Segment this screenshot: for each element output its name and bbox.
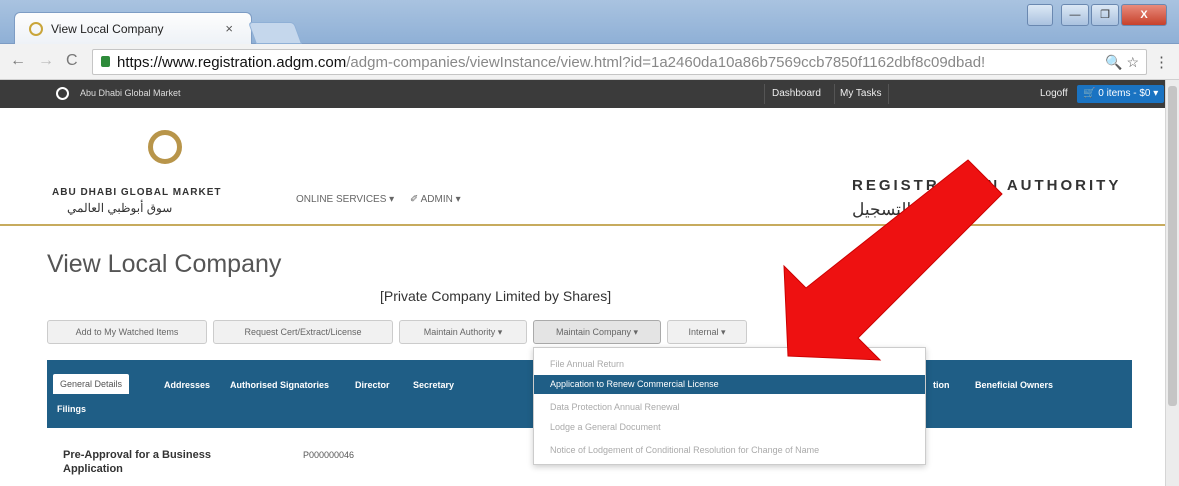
add-to-watched-button[interactable]: Add to My Watched Items	[47, 320, 207, 344]
detail-value: P000000046	[303, 450, 355, 460]
back-icon[interactable]: ←	[10, 52, 26, 70]
menu-item-lodge-general-document[interactable]: Lodge a General Document	[534, 418, 925, 437]
adgm-logo-icon[interactable]	[148, 130, 182, 164]
adgm-favicon-icon	[29, 22, 43, 36]
cart-button[interactable]: 🛒 0 items - $0 ▾	[1077, 85, 1165, 103]
menu-item-file-annual-return[interactable]: File Annual Return	[534, 355, 925, 374]
maintain-company-dropdown: File Annual Return Application to Renew …	[533, 347, 926, 465]
url-path: /adgm-companies/viewInstance/view.html?i…	[346, 54, 986, 71]
brand-name-ar: سوق أبوظبي العالمي	[67, 201, 173, 215]
forward-icon[interactable]: →	[38, 52, 54, 70]
tab-authorised-signatories[interactable]: Authorised Signatories	[230, 380, 329, 390]
tab-beneficial-owners[interactable]: Beneficial Owners	[975, 380, 1053, 390]
maximize-button[interactable]: ❐	[1091, 4, 1119, 26]
adgm-ring-icon	[56, 87, 69, 100]
brand-name-en: ABU DHABI GLOBAL MARKET	[52, 187, 222, 198]
tab-director[interactable]: Director	[355, 380, 390, 390]
page-title: View Local Company	[47, 250, 282, 278]
url-host: https://www.registration.adgm.com	[117, 54, 347, 71]
divider	[888, 84, 889, 104]
dashboard-link[interactable]: Dashboard	[772, 88, 821, 99]
tab-addresses[interactable]: Addresses	[164, 380, 210, 390]
online-services-menu[interactable]: ONLINE SERVICES ▾	[296, 194, 394, 205]
window-controls: — ❐ X	[1027, 4, 1167, 26]
new-tab-button[interactable]	[247, 22, 303, 44]
internal-button[interactable]: Internal ▾	[667, 320, 747, 344]
reload-icon[interactable]: C	[66, 52, 78, 70]
my-tasks-link[interactable]: My Tasks	[840, 88, 882, 99]
zoom-star-icons[interactable]: 🔍 ☆	[1105, 54, 1139, 71]
close-window-button[interactable]: X	[1121, 4, 1167, 26]
browser-menu-icon[interactable]: ⋮	[1154, 53, 1169, 71]
browser-tab-bar: View Local Company × — ❐ X	[0, 0, 1179, 44]
tab-title: View Local Company	[51, 22, 164, 36]
maintain-company-button[interactable]: Maintain Company ▾	[533, 320, 661, 344]
address-bar: ← → C https://www.registration.adgm.com/…	[0, 44, 1179, 80]
divider	[834, 84, 835, 104]
admin-menu[interactable]: ✐ ADMIN ▾	[410, 194, 461, 205]
tab-partial[interactable]: tion	[933, 380, 950, 390]
site-top-bar: Abu Dhabi Global Market Dashboard My Tas…	[0, 80, 1165, 108]
page-scrollbar[interactable]	[1165, 80, 1179, 486]
url-field[interactable]: https://www.registration.adgm.com/adgm-c…	[92, 49, 1147, 75]
scrollbar-thumb[interactable]	[1168, 86, 1177, 406]
tab-close-icon[interactable]: ×	[225, 21, 233, 36]
registration-authority-en: REGISTRATION AUTHORITY	[852, 177, 1122, 194]
browser-tab[interactable]: View Local Company ×	[14, 12, 252, 44]
minimize-button[interactable]: —	[1061, 4, 1089, 26]
logoff-link[interactable]: Logoff	[1040, 88, 1068, 99]
company-type: [Private Company Limited by Shares]	[380, 288, 612, 304]
site-name[interactable]: Abu Dhabi Global Market	[80, 88, 181, 98]
user-profile-icon[interactable]	[1027, 4, 1053, 26]
lock-icon	[101, 56, 110, 67]
divider	[764, 84, 765, 104]
tab-filings[interactable]: Filings	[57, 404, 86, 414]
maintain-authority-button[interactable]: Maintain Authority ▾	[399, 320, 527, 344]
menu-item-notice-conditional-resolution[interactable]: Notice of Lodgement of Conditional Resol…	[534, 441, 925, 460]
registration-authority-ar: سلطة التسجيل	[852, 200, 959, 219]
tab-general-details[interactable]: General Details	[53, 374, 130, 394]
site-header: ABU DHABI GLOBAL MARKET سوق أبوظبي العال…	[0, 108, 1165, 226]
menu-item-renew-commercial-license[interactable]: Application to Renew Commercial License	[534, 375, 925, 394]
menu-item-data-protection-renewal[interactable]: Data Protection Annual Renewal	[534, 398, 925, 417]
tab-secretary[interactable]: Secretary	[413, 380, 454, 390]
request-cert-button[interactable]: Request Cert/Extract/License	[213, 320, 393, 344]
detail-label: Pre-Approval for a Business Application	[63, 449, 211, 475]
